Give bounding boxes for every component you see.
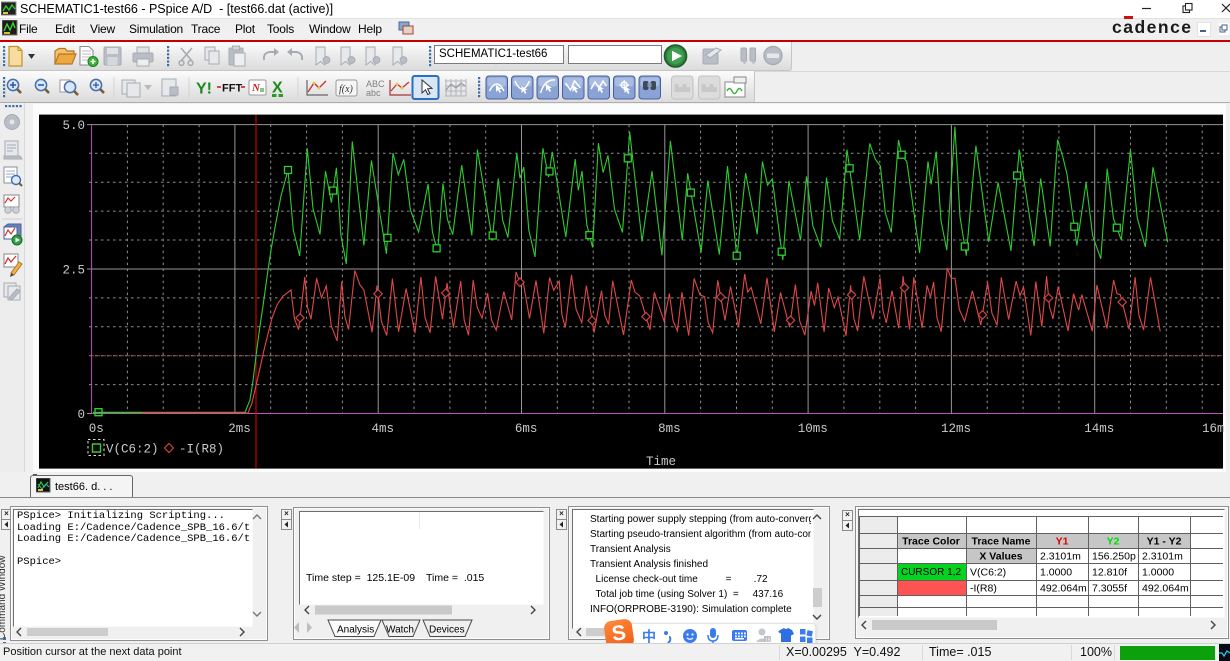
svg-text:0: 0: [77, 408, 85, 422]
svg-text:Trace Color: Trace Color: [902, 536, 960, 548]
svg-text:2.5: 2.5: [62, 264, 85, 278]
svg-text:14ms: 14ms: [1084, 422, 1114, 436]
svg-text:abc: abc: [366, 88, 381, 98]
svg-text:2.3101m: 2.3101m: [1040, 551, 1081, 563]
svg-text:Y1 - Y2: Y1 - Y2: [1147, 536, 1182, 548]
svg-text:156.250p: 156.250p: [1092, 551, 1136, 563]
svg-text:CURSOR 1,2: CURSOR 1,2: [901, 567, 961, 578]
svg-text:492.064m: 492.064m: [1040, 583, 1087, 595]
svg-text:7.3055f: 7.3055f: [1092, 583, 1127, 595]
svg-text:2ms: 2ms: [228, 422, 251, 436]
svg-text:1.0000: 1.0000: [1142, 567, 1174, 579]
svg-text:6ms: 6ms: [515, 422, 538, 436]
svg-text:16ms: 16ms: [1202, 422, 1226, 436]
svg-text:Devices: Devices: [429, 625, 465, 636]
svg-text:Y!: Y!: [196, 81, 212, 98]
svg-text:-I(R8): -I(R8): [970, 583, 997, 595]
svg-text:X: X: [272, 80, 283, 97]
svg-text:Y1: Y1: [1056, 536, 1069, 548]
svg-text:12.810f: 12.810f: [1092, 567, 1127, 579]
svg-text:0s: 0s: [89, 422, 104, 436]
svg-text:1.0000: 1.0000: [1040, 567, 1072, 579]
svg-text:f(x): f(x): [339, 84, 354, 95]
svg-text:Watch: Watch: [386, 625, 414, 636]
svg-text:V(C6:2): V(C6:2): [106, 443, 159, 457]
svg-text:492.064m: 492.064m: [1142, 583, 1189, 595]
svg-text:V(C6:2): V(C6:2): [970, 567, 1006, 579]
svg-text:X Values: X Values: [979, 551, 1022, 563]
svg-text:2.3101m: 2.3101m: [1142, 551, 1183, 563]
svg-text:8ms: 8ms: [658, 422, 681, 436]
svg-text:Analysis: Analysis: [337, 625, 374, 636]
svg-text:N: N: [251, 82, 261, 94]
svg-text:FFT: FFT: [222, 83, 242, 95]
svg-text:10ms: 10ms: [798, 422, 828, 436]
svg-text:5.0: 5.0: [62, 119, 85, 133]
svg-text:12ms: 12ms: [941, 422, 971, 436]
svg-text:Y2: Y2: [1107, 536, 1120, 548]
svg-text:4ms: 4ms: [372, 422, 395, 436]
svg-text:-I(R8): -I(R8): [179, 443, 224, 457]
svg-text:Trace Name: Trace Name: [972, 536, 1031, 548]
svg-text:Time: Time: [646, 455, 676, 469]
